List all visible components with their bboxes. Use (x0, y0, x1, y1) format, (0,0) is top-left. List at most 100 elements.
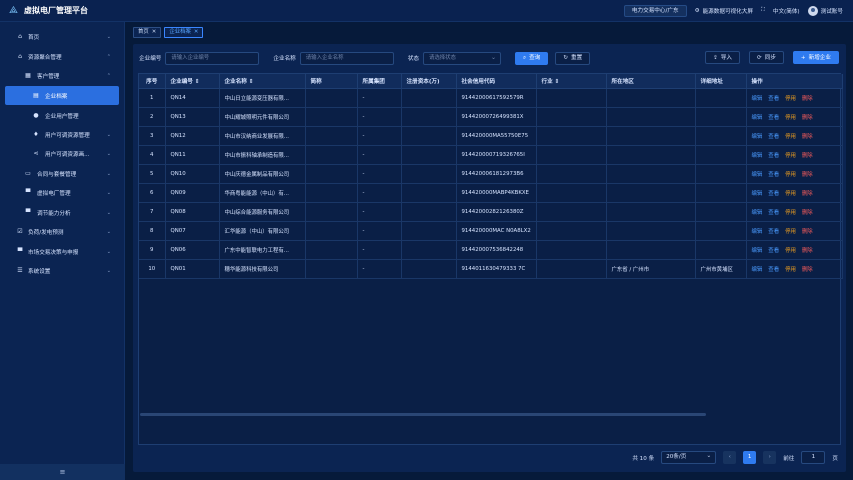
close-icon[interactable]: ✕ (194, 28, 199, 37)
view-button[interactable]: 查看 (768, 170, 779, 178)
disable-button[interactable]: 停用 (785, 151, 796, 159)
sidebar-item-enterprise-user[interactable]: ● 企业用户管理 (0, 106, 125, 125)
tab-enterprise-archive[interactable]: 企业档案 ✕ (164, 27, 204, 38)
tenant-selector[interactable]: 电力交易中心/广东 (623, 4, 687, 17)
reset-button[interactable]: ↻ 重置 (555, 51, 591, 65)
page-1-button[interactable]: 1 (743, 451, 757, 464)
edit-button[interactable]: 编辑 (752, 246, 763, 254)
edit-button[interactable]: 编辑 (752, 265, 763, 273)
col-industry[interactable]: 行业 ⇕ (536, 74, 607, 89)
energy-dashboard-link[interactable]: ⚙ 能源数据可视化大屏 (695, 7, 753, 15)
view-button[interactable]: 查看 (768, 189, 779, 197)
cell-code: QN08 (165, 202, 220, 222)
view-button[interactable]: 查看 (768, 265, 779, 273)
view-button[interactable]: 查看 (768, 151, 779, 159)
edit-button[interactable]: 编辑 (752, 151, 763, 159)
code-input[interactable]: 请输入企业编号 (165, 51, 260, 65)
cell-name: 中山庆德金属制品有限公司 (219, 164, 306, 184)
col-code[interactable]: 企业编号 ⇕ (165, 74, 220, 89)
disable-button[interactable]: 停用 (785, 94, 796, 102)
add-enterprise-button[interactable]: + 新增企业 (792, 51, 839, 64)
sidebar-item-market[interactable]: ▀ 市场交易决策与申报 ⌄ (0, 242, 125, 261)
sync-button[interactable]: ⟳ 同步 (749, 51, 784, 64)
sidebar-item-resource[interactable]: ⌂ 资源聚合管理 ⌃ (0, 47, 125, 66)
sort-icon[interactable]: ⇕ (249, 79, 254, 85)
sidebar-item-customer[interactable]: ▦ 客户管理 ⌃ (0, 66, 125, 85)
delete-button[interactable]: 删除 (802, 113, 813, 121)
sidebar-item-contract[interactable]: ▭ 合同与套餐管理 ⌄ (0, 164, 125, 183)
col-name[interactable]: 企业名称 ⇕ (219, 74, 306, 89)
sort-icon[interactable]: ⇕ (195, 79, 200, 85)
edit-button[interactable]: 编辑 (752, 189, 763, 197)
cell-short (305, 164, 358, 184)
view-button[interactable]: 查看 (768, 132, 779, 140)
disable-button[interactable]: 停用 (785, 246, 796, 254)
view-button[interactable]: 查看 (768, 113, 779, 121)
code-label: 企业编号 (139, 56, 162, 62)
sidebar-item-user-resource-profile[interactable]: ⋖ 用户可调资源画... ⌄ (0, 144, 125, 163)
cell-name: 穗华能源科技有限公司 (219, 259, 306, 279)
edit-button[interactable]: 编辑 (752, 227, 763, 235)
sidebar-item-forecast[interactable]: ☑ 负荷/发电预测 ⌄ (0, 222, 125, 241)
disable-button[interactable]: 停用 (785, 132, 796, 140)
cell-region (606, 183, 696, 203)
disable-button[interactable]: 停用 (785, 170, 796, 178)
cell-address (695, 240, 747, 260)
delete-button[interactable]: 删除 (802, 132, 813, 140)
edit-button[interactable]: 编辑 (752, 113, 763, 121)
view-button[interactable]: 查看 (768, 246, 779, 254)
edit-button[interactable]: 编辑 (752, 170, 763, 178)
disable-button[interactable]: 停用 (785, 227, 796, 235)
name-input[interactable]: 请输入企业名称 (299, 51, 394, 65)
file-icon: ▤ (33, 92, 39, 99)
delete-button[interactable]: 删除 (802, 94, 813, 102)
search-button[interactable]: ⌕ 查询 (514, 51, 549, 65)
cell-group: - (357, 259, 402, 279)
delete-button[interactable]: 删除 (802, 189, 813, 197)
delete-button[interactable]: 删除 (802, 208, 813, 216)
fullscreen-button[interactable]: ⛶ (761, 7, 765, 14)
table-row: 7 QN08 中山综合能源服务有限公司 - 91442000282126380Z 编辑 查看… (139, 202, 843, 222)
sidebar-item-enterprise-archive[interactable]: ▤ 企业档案 (5, 86, 119, 105)
cell-actions: 编辑 查看 停用 删除 (746, 88, 843, 108)
goto-page-input[interactable]: 1 (801, 451, 826, 464)
edit-button[interactable]: 编辑 (752, 132, 763, 140)
view-button[interactable]: 查看 (768, 227, 779, 235)
language-selector[interactable]: 中文(简体) (773, 7, 800, 15)
delete-button[interactable]: 删除 (802, 265, 813, 273)
disable-button[interactable]: 停用 (785, 208, 796, 216)
sidebar-item-settings[interactable]: ☰ 系统设置 ⌄ (0, 261, 125, 280)
view-button[interactable]: 查看 (768, 94, 779, 102)
prev-page-button[interactable]: ‹ (723, 451, 737, 464)
delete-button[interactable]: 删除 (802, 170, 813, 178)
sidebar-collapse-button[interactable]: ≡ (0, 464, 125, 480)
next-page-button[interactable]: › (763, 451, 777, 464)
edit-button[interactable]: 编辑 (752, 94, 763, 102)
cell-industry (536, 107, 607, 127)
cell-code: QN13 (165, 107, 220, 127)
import-button[interactable]: ⇪ 导入 (705, 51, 741, 64)
sidebar-item-home[interactable]: ⌂ 首页 ⌄ (0, 27, 125, 46)
disable-button[interactable]: 停用 (785, 113, 796, 121)
tab-home[interactable]: 首页 ✕ (133, 27, 162, 38)
disable-button[interactable]: 停用 (785, 265, 796, 273)
disable-button[interactable]: 停用 (785, 189, 796, 197)
close-icon[interactable]: ✕ (152, 28, 157, 37)
user-menu[interactable]: 测试账号 (807, 5, 843, 16)
view-button[interactable]: 查看 (768, 208, 779, 216)
horizontal-scrollbar[interactable] (140, 413, 706, 416)
edit-button[interactable]: 编辑 (752, 208, 763, 216)
delete-button[interactable]: 删除 (802, 227, 813, 235)
cell-code: QN10 (165, 164, 220, 184)
page-size-select[interactable]: 20条/页 (661, 451, 717, 464)
status-select[interactable]: 请选择状态 (422, 51, 501, 65)
delete-button[interactable]: 删除 (802, 246, 813, 254)
cell-name: 中山市振科轴承制造有限... (219, 145, 306, 165)
cell-actions: 编辑 查看 停用 删除 (746, 183, 843, 203)
sidebar-item-vpp[interactable]: ▀ 虚拟电厂管理 ⌄ (0, 183, 125, 202)
sidebar-item-regulation[interactable]: ▀ 调节能力分析 ⌄ (0, 203, 125, 222)
delete-button[interactable]: 删除 (802, 151, 813, 159)
cell-capital (401, 88, 457, 108)
sidebar-item-user-resource[interactable]: ♦ 用户可调资源管理 ⌄ (0, 125, 125, 144)
sort-icon[interactable]: ⇕ (555, 79, 560, 85)
